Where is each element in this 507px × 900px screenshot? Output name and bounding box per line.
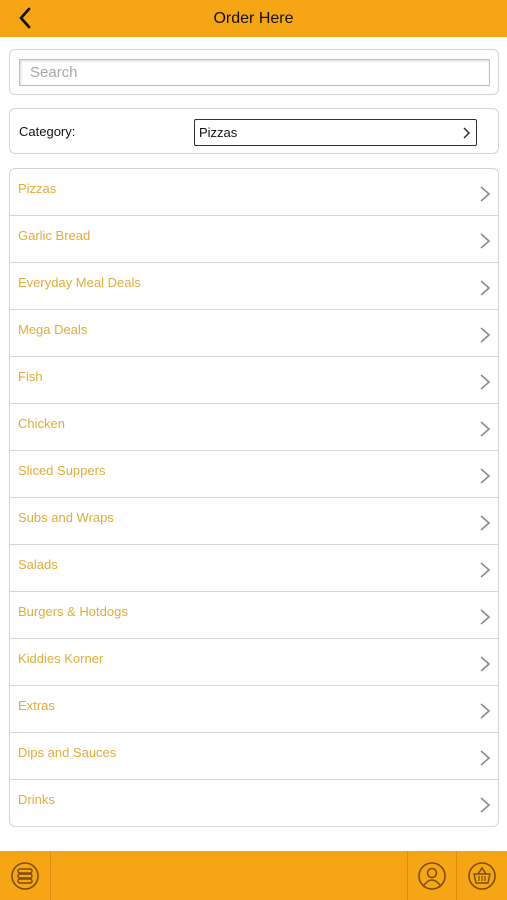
chevron-right-icon (480, 609, 491, 625)
category-selected-value: Pizzas (199, 125, 238, 140)
toolbar-divider (407, 851, 408, 900)
chevron-left-icon (19, 7, 31, 29)
list-item-label: Mega Deals (18, 322, 88, 337)
list-item[interactable]: Mega Deals (10, 310, 498, 357)
search-input[interactable] (19, 59, 490, 86)
menu-stack-icon (11, 862, 39, 890)
toolbar-divider (50, 851, 51, 900)
account-icon (418, 862, 446, 890)
list-item-label: Garlic Bread (18, 228, 91, 243)
list-item[interactable]: Dips and Sauces (10, 733, 498, 780)
list-item[interactable]: Pizzas (10, 169, 498, 216)
list-item-label: Drinks (18, 792, 55, 807)
menu-category-list: Pizzas Garlic Bread Everyday Meal Deals Meg… (9, 168, 499, 827)
bottom-toolbar (0, 851, 507, 900)
chevron-right-icon (480, 750, 491, 766)
list-item[interactable]: Extras (10, 686, 498, 733)
list-item-label: Fish (18, 369, 43, 384)
chevron-right-icon (480, 468, 491, 484)
chevron-right-icon (480, 515, 491, 531)
menu-stack-button[interactable] (9, 860, 41, 892)
chevron-right-icon (462, 126, 472, 140)
category-select[interactable]: Pizzas (194, 119, 477, 146)
chevron-right-icon (480, 327, 491, 343)
chevron-right-icon (480, 421, 491, 437)
list-item-label: Pizzas (18, 181, 57, 196)
list-item[interactable]: Subs and Wraps (10, 498, 498, 545)
chevron-right-icon (480, 280, 491, 296)
chevron-right-icon (480, 656, 491, 672)
back-button[interactable] (12, 5, 38, 31)
page-title: Order Here (213, 9, 294, 27)
list-item-label: Everyday Meal Deals (18, 275, 141, 290)
list-item-label: Dips and Sauces (18, 745, 117, 760)
list-item[interactable]: Garlic Bread (10, 216, 498, 263)
search-panel (9, 49, 499, 95)
list-item-label: Burgers & Hotdogs (18, 604, 128, 619)
list-item[interactable]: Drinks (10, 780, 498, 826)
list-item[interactable]: Salads (10, 545, 498, 592)
app-header: Order Here (0, 0, 507, 37)
chevron-right-icon (480, 374, 491, 390)
list-item-label: Extras (18, 698, 55, 713)
list-item[interactable]: Sliced Suppers (10, 451, 498, 498)
list-item-label: Sliced Suppers (18, 463, 106, 478)
list-item[interactable]: Everyday Meal Deals (10, 263, 498, 310)
list-item-label: Salads (18, 557, 58, 572)
chevron-right-icon (480, 703, 491, 719)
list-item-label: Kiddies Korner (18, 651, 104, 666)
list-item-label: Chicken (18, 416, 65, 431)
chevron-right-icon (480, 797, 491, 813)
list-item[interactable]: Chicken (10, 404, 498, 451)
chevron-right-icon (480, 186, 491, 202)
list-item[interactable]: Burgers & Hotdogs (10, 592, 498, 639)
list-item[interactable]: Kiddies Korner (10, 639, 498, 686)
chevron-right-icon (480, 562, 491, 578)
category-label: Category: (19, 124, 76, 139)
basket-icon (468, 862, 496, 890)
chevron-right-icon (480, 233, 491, 249)
toolbar-divider (456, 851, 457, 900)
basket-button[interactable] (466, 860, 498, 892)
list-item[interactable]: Fish (10, 357, 498, 404)
list-item-label: Subs and Wraps (18, 510, 114, 525)
account-button[interactable] (416, 860, 448, 892)
category-panel: Category: Pizzas (9, 108, 499, 154)
